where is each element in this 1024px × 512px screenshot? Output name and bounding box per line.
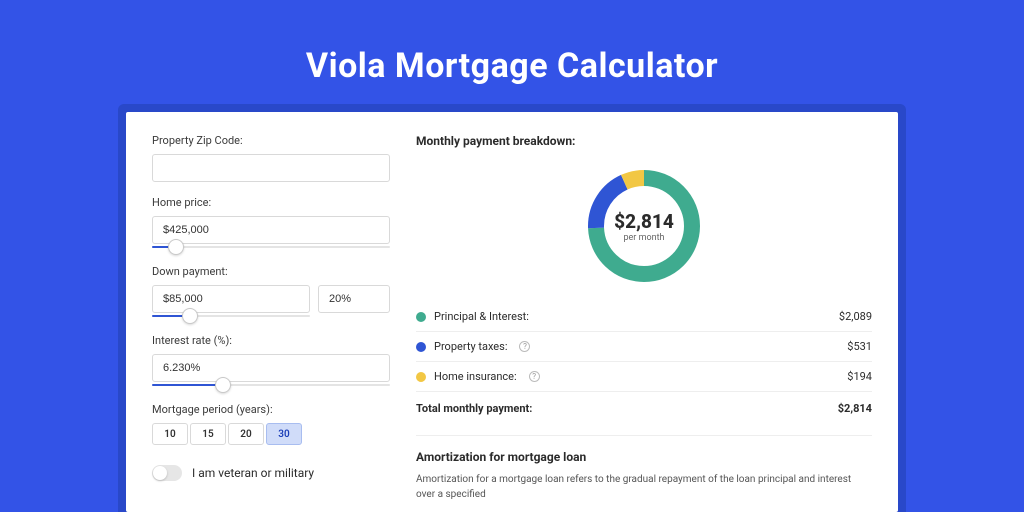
period-tabs: 10152030 (152, 423, 390, 445)
period-label: Mortgage period (years): (152, 403, 390, 416)
legend-row: Home insurance:? $194 (416, 362, 872, 392)
slider-thumb[interactable] (182, 308, 198, 324)
legend: Principal & Interest: $2,089 Property taxe… (416, 302, 872, 423)
period-group: Mortgage period (years): 10152030 (152, 403, 390, 445)
zip-input[interactable] (152, 154, 390, 182)
chart-center-sub: per month (623, 233, 664, 243)
interest-group: Interest rate (%): (152, 334, 390, 389)
legend-total-row: Total monthly payment: $2,814 (416, 392, 872, 423)
slider-fill (152, 384, 223, 386)
info-icon[interactable]: ? (529, 371, 540, 382)
legend-value: $2,089 (839, 310, 872, 323)
amortization-title: Amortization for mortgage loan (416, 450, 872, 464)
legend-swatch (416, 372, 426, 382)
amortization-section: Amortization for mortgage loan Amortizat… (416, 435, 872, 502)
period-tab-15[interactable]: 15 (190, 423, 226, 445)
legend-row: Principal & Interest: $2,089 (416, 302, 872, 332)
info-icon[interactable]: ? (519, 341, 530, 352)
legend-label: Home insurance: (434, 370, 517, 383)
interest-input[interactable] (152, 354, 390, 382)
interest-label: Interest rate (%): (152, 334, 390, 347)
calculator-stage: Property Zip Code: Home price: (118, 104, 906, 512)
zip-group: Property Zip Code: (152, 134, 390, 182)
legend-label: Principal & Interest: (434, 310, 529, 323)
chart-center-amount: $2,814 (614, 210, 674, 233)
zip-label: Property Zip Code: (152, 134, 390, 147)
legend-row: Property taxes:? $531 (416, 332, 872, 362)
total-label: Total monthly payment: (416, 402, 532, 415)
down-payment-pct-input[interactable] (318, 285, 390, 313)
period-tab-20[interactable]: 20 (228, 423, 264, 445)
home-price-input[interactable] (152, 216, 390, 244)
breakdown-title: Monthly payment breakdown: (416, 134, 872, 148)
down-payment-group: Down payment: (152, 265, 390, 320)
home-price-group: Home price: (152, 196, 390, 251)
slider-thumb[interactable] (168, 239, 184, 255)
down-payment-slider[interactable] (152, 312, 310, 320)
toggle-knob (153, 466, 167, 480)
results-panel: Monthly payment breakdown: $2,814 per mo… (416, 134, 872, 512)
down-payment-input[interactable] (152, 285, 310, 313)
veteran-toggle[interactable] (152, 465, 182, 481)
legend-swatch (416, 342, 426, 352)
interest-slider[interactable] (152, 381, 390, 389)
period-tab-10[interactable]: 10 (152, 423, 188, 445)
down-payment-label: Down payment: (152, 265, 390, 278)
veteran-label: I am veteran or military (192, 466, 314, 480)
home-price-slider[interactable] (152, 243, 390, 251)
legend-value: $194 (847, 370, 872, 383)
form-panel: Property Zip Code: Home price: (152, 134, 390, 512)
donut-chart: $2,814 per month (416, 156, 872, 296)
slider-thumb[interactable] (215, 377, 231, 393)
total-value: $2,814 (838, 402, 872, 415)
calculator-card: Property Zip Code: Home price: (126, 112, 898, 512)
legend-value: $531 (847, 340, 872, 353)
legend-swatch (416, 312, 426, 322)
legend-label: Property taxes: (434, 340, 507, 353)
amortization-text: Amortization for a mortgage loan refers … (416, 472, 872, 502)
home-price-label: Home price: (152, 196, 390, 209)
slider-track (152, 246, 390, 248)
period-tab-30[interactable]: 30 (266, 423, 302, 445)
veteran-row: I am veteran or military (152, 465, 390, 481)
page-title: Viola Mortgage Calculator (306, 46, 718, 86)
